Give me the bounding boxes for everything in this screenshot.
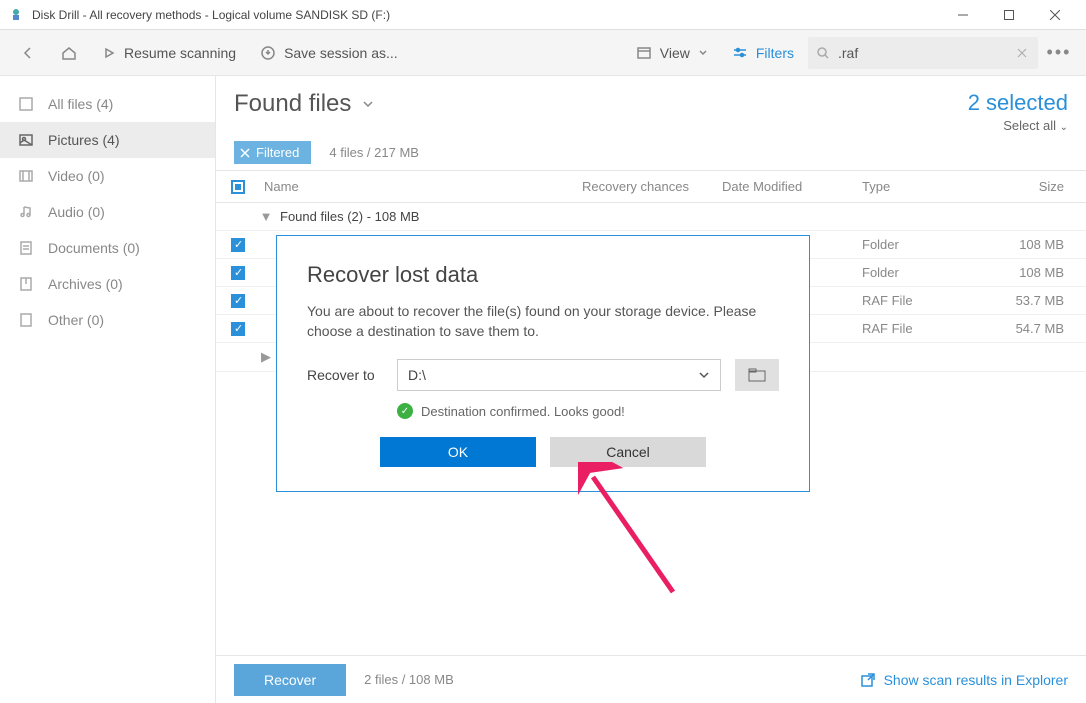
- sidebar-item-documents[interactable]: Documents (0): [0, 230, 215, 266]
- ok-button[interactable]: OK: [380, 437, 536, 467]
- cancel-button[interactable]: Cancel: [550, 437, 706, 467]
- other-icon: [18, 312, 34, 328]
- row-checkbox[interactable]: [231, 238, 245, 252]
- search-box[interactable]: [808, 37, 1038, 69]
- close-icon[interactable]: [240, 148, 250, 158]
- search-icon: [816, 46, 830, 60]
- column-type[interactable]: Type: [862, 179, 982, 194]
- caret-right-icon[interactable]: ▶: [256, 349, 276, 365]
- select-all-link[interactable]: Select all ⌄: [968, 118, 1068, 133]
- filters-button[interactable]: Filters: [722, 39, 804, 67]
- window-title: Disk Drill - All recovery methods - Logi…: [32, 8, 940, 22]
- recover-button[interactable]: Recover: [234, 664, 346, 696]
- selected-count: 2 selected: [968, 90, 1068, 116]
- column-name[interactable]: Name: [256, 179, 582, 194]
- found-files-title[interactable]: Found files: [234, 90, 375, 118]
- sidebar-item-label: Archives (0): [48, 276, 123, 292]
- view-label: View: [660, 45, 690, 61]
- bottom-bar: Recover 2 files / 108 MB Show scan resul…: [216, 655, 1086, 703]
- check-icon: ✓: [397, 403, 413, 419]
- toolbar: Resume scanning Save session as... View …: [0, 30, 1086, 76]
- sidebar-item-label: Audio (0): [48, 204, 105, 220]
- sidebar-item-label: Other (0): [48, 312, 104, 328]
- filter-info: 4 files / 217 MB: [329, 145, 419, 160]
- view-dropdown[interactable]: View: [626, 39, 718, 67]
- table-group-row[interactable]: ▼ Found files (2) - 108 MB: [216, 203, 1086, 231]
- back-button[interactable]: [10, 39, 46, 67]
- save-session-label: Save session as...: [284, 45, 398, 61]
- row-checkbox[interactable]: [231, 266, 245, 280]
- column-recovery[interactable]: Recovery chances: [582, 179, 722, 194]
- maximize-button[interactable]: [986, 0, 1032, 30]
- external-link-icon: [860, 672, 876, 688]
- destination-select[interactable]: D:\: [397, 359, 721, 391]
- sidebar-item-label: Pictures (4): [48, 132, 120, 148]
- more-menu-button[interactable]: •••: [1042, 42, 1076, 63]
- files-icon: [18, 96, 34, 112]
- column-size[interactable]: Size: [982, 179, 1082, 194]
- archives-icon: [18, 276, 34, 292]
- resume-scanning-button[interactable]: Resume scanning: [92, 39, 246, 67]
- close-button[interactable]: [1032, 0, 1078, 30]
- documents-icon: [18, 240, 34, 256]
- filters-label: Filters: [756, 45, 794, 61]
- recover-info: 2 files / 108 MB: [364, 672, 454, 687]
- recover-to-label: Recover to: [307, 367, 383, 383]
- select-all-checkbox[interactable]: [231, 180, 245, 194]
- search-input[interactable]: [838, 45, 1008, 61]
- column-date[interactable]: Date Modified: [722, 179, 862, 194]
- sidebar-item-other[interactable]: Other (0): [0, 302, 215, 338]
- sidebar-item-label: All files (4): [48, 96, 113, 112]
- browse-button[interactable]: [735, 359, 779, 391]
- row-checkbox[interactable]: [231, 322, 245, 336]
- sidebar-item-archives[interactable]: Archives (0): [0, 266, 215, 302]
- app-icon: [8, 7, 24, 23]
- video-icon: [18, 168, 34, 184]
- clear-search-icon[interactable]: [1016, 47, 1028, 59]
- pictures-icon: [18, 132, 34, 148]
- minimize-button[interactable]: [940, 0, 986, 30]
- sidebar-item-video[interactable]: Video (0): [0, 158, 215, 194]
- audio-icon: [18, 204, 34, 220]
- home-button[interactable]: [50, 38, 88, 68]
- sidebar-item-pictures[interactable]: Pictures (4): [0, 122, 215, 158]
- folder-icon: [748, 368, 766, 382]
- caret-down-icon[interactable]: ▼: [256, 209, 276, 224]
- show-in-explorer-link[interactable]: Show scan results in Explorer: [860, 672, 1068, 688]
- sidebar: All files (4) Pictures (4) Video (0) Aud…: [0, 76, 216, 703]
- sidebar-item-all-files[interactable]: All files (4): [0, 86, 215, 122]
- sidebar-item-label: Documents (0): [48, 240, 140, 256]
- filter-chip[interactable]: Filtered: [234, 141, 311, 164]
- chevron-down-icon: [361, 97, 375, 111]
- dialog-title: Recover lost data: [307, 262, 779, 288]
- titlebar: Disk Drill - All recovery methods - Logi…: [0, 0, 1086, 30]
- recover-dialog: Recover lost data You are about to recov…: [276, 235, 810, 492]
- sidebar-item-label: Video (0): [48, 168, 105, 184]
- save-session-button[interactable]: Save session as...: [250, 39, 408, 67]
- row-checkbox[interactable]: [231, 294, 245, 308]
- destination-confirmation: ✓ Destination confirmed. Looks good!: [397, 403, 779, 419]
- dialog-text: You are about to recover the file(s) fou…: [307, 302, 779, 341]
- sidebar-item-audio[interactable]: Audio (0): [0, 194, 215, 230]
- chevron-down-icon: [698, 369, 710, 381]
- table-header: Name Recovery chances Date Modified Type…: [216, 170, 1086, 203]
- resume-label: Resume scanning: [124, 45, 236, 61]
